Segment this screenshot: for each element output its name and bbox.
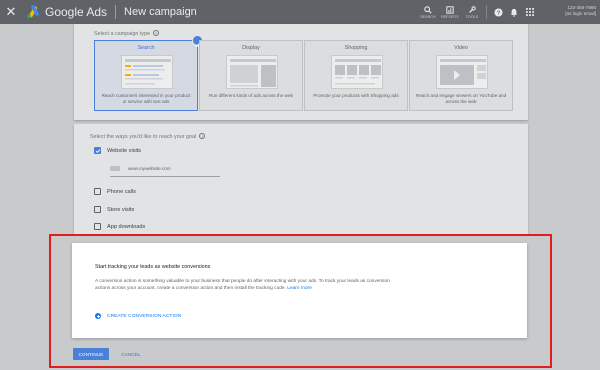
help-icon: ? — [493, 7, 503, 16]
tools-divider — [486, 5, 487, 19]
help-circle-icon[interactable]: ? — [199, 133, 206, 139]
website-url-value: www.mywebsite.com — [128, 166, 171, 171]
top-app-bar: ✕ Google Ads New campaign SEARCH REPORTS… — [0, 0, 600, 24]
campaign-type-section: Select a campaign type? Search Reach cus… — [74, 24, 528, 120]
campaign-type-description: Reach customers interested in your produ… — [101, 93, 191, 104]
svg-text:?: ? — [496, 10, 500, 16]
website-visits-label: Website visits — [107, 147, 142, 154]
header-tools: SEARCH REPORTS TOOLS ? — [417, 0, 538, 24]
checkbox-icon[interactable] — [94, 223, 101, 230]
campaign-type-description: Promote your products with Shopping ads — [313, 93, 399, 98]
checkbox-icon[interactable] — [94, 206, 101, 213]
highlight-box — [49, 234, 552, 368]
search-tool-button[interactable]: SEARCH — [417, 0, 439, 24]
tools-tool-label: TOOLS — [465, 14, 479, 19]
phone-calls-label: Phone calls — [107, 188, 136, 195]
campaign-type-video[interactable]: Video Reach and engage viewers on YouTub… — [409, 40, 513, 111]
reports-icon — [446, 5, 454, 14]
header-divider — [115, 5, 117, 19]
display-ad-illustration-icon — [226, 55, 278, 89]
notifications-button[interactable] — [506, 0, 522, 24]
tools-tool-button[interactable]: TOOLS — [461, 0, 483, 24]
wrench-icon — [469, 5, 476, 13]
checkbox-checked-icon[interactable] — [94, 147, 101, 154]
page-title: New campaign — [124, 6, 197, 18]
campaign-type-title: Video — [454, 45, 468, 51]
apps-grid-icon — [526, 8, 534, 16]
goal-section: Select the ways you'd like to reach your… — [74, 124, 528, 234]
campaign-type-display[interactable]: Display Run different kinds of ads acros… — [199, 40, 303, 111]
help-circle-icon[interactable]: ? — [153, 30, 160, 36]
store-visits-option[interactable]: Store visits — [94, 206, 134, 213]
google-ads-logo-icon — [26, 5, 40, 19]
phone-calls-option[interactable]: Phone calls — [94, 188, 136, 195]
link-icon — [110, 166, 120, 171]
shopping-ad-illustration-icon — [331, 55, 383, 89]
store-visits-label: Store visits — [107, 206, 135, 213]
search-icon — [424, 5, 432, 14]
search-ad-illustration-icon — [121, 55, 173, 89]
campaign-type-title: Display — [242, 45, 260, 51]
website-url-field[interactable]: www.mywebsite.com — [110, 166, 171, 171]
video-ad-illustration-icon — [436, 55, 488, 89]
website-url-underline — [110, 176, 220, 177]
campaign-type-title: Shopping — [344, 45, 368, 51]
checkbox-icon[interactable] — [94, 188, 101, 195]
bell-icon — [510, 8, 518, 17]
brand-name: Google Ads — [45, 5, 108, 19]
goal-label: Select the ways you'd like to reach your… — [90, 133, 206, 140]
campaign-type-title: Search — [137, 45, 155, 51]
help-button[interactable]: ? — [490, 0, 506, 24]
campaign-type-description: Reach and engage viewers on YouTube and … — [415, 93, 507, 104]
close-icon[interactable]: ✕ — [0, 0, 22, 24]
reports-tool-button[interactable]: REPORTS — [439, 0, 461, 24]
account-email: [as login email] — [565, 11, 596, 16]
search-tool-label: SEARCH — [420, 14, 436, 19]
app-downloads-label: App downloads — [107, 223, 146, 230]
campaign-type-label: Select a campaign type? — [94, 30, 160, 37]
apps-button[interactable] — [522, 0, 538, 24]
campaign-type-description: Run different kinds of ads across the we… — [208, 93, 294, 98]
campaign-type-search[interactable]: Search Reach customers interested in you… — [94, 35, 203, 111]
app-downloads-option[interactable]: App downloads — [94, 223, 145, 230]
campaign-type-shopping[interactable]: Shopping Promote your products with Shop… — [304, 40, 408, 111]
account-switcher[interactable]: 123-456-7890 [as login email] — [565, 5, 596, 17]
website-visits-option[interactable]: Website visits — [94, 147, 141, 154]
reports-tool-label: REPORTS — [441, 14, 459, 19]
